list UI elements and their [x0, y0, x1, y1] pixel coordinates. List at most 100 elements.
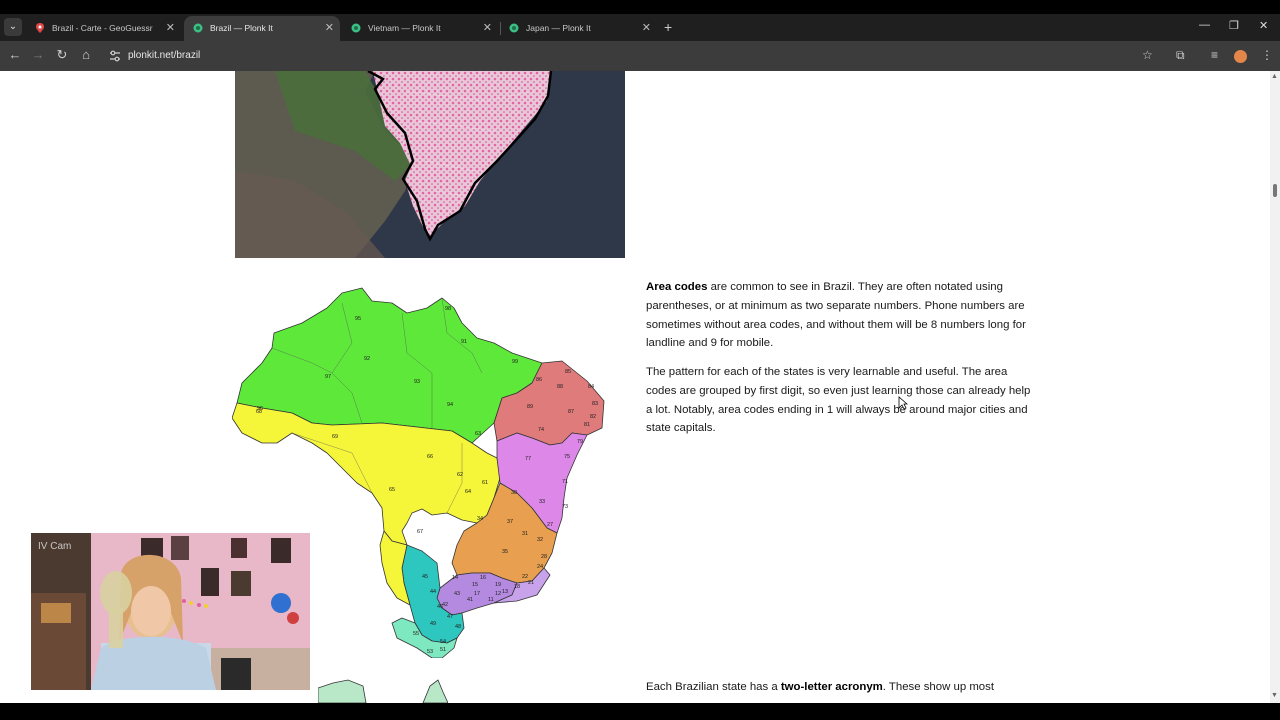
acronym-text-pre: Each Brazilian state has a: [646, 681, 781, 693]
plonkit-icon: [509, 23, 519, 33]
area-code-label: 21: [528, 580, 534, 586]
reload-icon[interactable]: ↻: [53, 47, 71, 63]
area-code-label: 91: [461, 339, 467, 345]
area-code-label: 44: [430, 589, 436, 595]
area-code-label: 13: [502, 589, 508, 595]
area-code-label: 15: [472, 582, 478, 588]
back-arrow-icon[interactable]: ←: [6, 47, 24, 62]
area-code-label: 79: [577, 439, 583, 445]
area-code-label: 32: [537, 537, 543, 543]
area-code-label: 45: [422, 574, 428, 580]
area-code-label: 37: [507, 519, 513, 525]
area-code-label: 69: [332, 434, 338, 440]
media-controls-icon[interactable]: ≡: [1211, 48, 1218, 62]
area-code-label: 82: [590, 414, 596, 420]
extensions-icon[interactable]: ⧉: [1176, 48, 1185, 63]
area-code-label: 71: [562, 479, 568, 485]
area-code-label: 95: [355, 316, 361, 322]
window-close-icon[interactable]: ✕: [1259, 19, 1268, 32]
area-code-label: 16: [480, 575, 486, 581]
area-code-label: 34: [477, 516, 483, 522]
minimize-icon[interactable]: —: [1199, 19, 1210, 31]
area-code-label: 92: [364, 356, 370, 362]
area-code-label: 63: [475, 431, 481, 437]
area-code-label: 12: [495, 591, 501, 597]
area-code-label: 68: [256, 409, 262, 415]
page-scrollbar[interactable]: ▲ ▼: [1270, 71, 1280, 703]
area-code-label: 49: [430, 621, 436, 627]
area-code-label: 11: [488, 597, 494, 603]
forward-arrow-icon[interactable]: →: [29, 47, 47, 62]
tab-search-button[interactable]: ⌄: [4, 18, 22, 36]
area-code-label: 31: [522, 531, 528, 537]
population-density-map: [235, 71, 625, 258]
area-codes-paragraph: Area codes are common to see in Brazil. …: [646, 278, 1031, 353]
scroll-down-icon[interactable]: ▼: [1271, 692, 1278, 699]
area-code-label: 87: [568, 409, 574, 415]
area-code-label: 93: [414, 379, 420, 385]
area-code-label: 99: [512, 359, 518, 365]
tab-japan-plonkit[interactable]: Japan — Plonk It ✕: [500, 16, 657, 41]
profile-avatar[interactable]: [1234, 50, 1247, 63]
area-code-label: 81: [584, 422, 590, 428]
area-codes-bold: Area codes: [646, 281, 708, 293]
close-tab-icon[interactable]: ✕: [325, 21, 334, 34]
pattern-paragraph: The pattern for each of the states is ve…: [646, 366, 1031, 435]
area-code-label: 28: [541, 554, 547, 560]
area-code-label: 35: [502, 549, 508, 555]
scroll-up-icon[interactable]: ▲: [1271, 73, 1278, 80]
home-icon[interactable]: ⌂: [77, 47, 95, 62]
screen-bottom-strip: [0, 703, 1280, 720]
bookmark-star-icon[interactable]: ☆: [1142, 48, 1153, 62]
address-bar[interactable]: plonkit.net/brazil: [128, 50, 200, 61]
tab-vietnam-plonkit[interactable]: Vietnam — Plonk It ✕: [342, 16, 498, 41]
screen-top-strip: [0, 0, 1280, 14]
area-code-label: 19: [495, 582, 501, 588]
area-code-label: 83: [592, 401, 598, 407]
area-code-label: 94: [447, 402, 453, 408]
webcam-label: IV Cam: [38, 541, 72, 552]
area-code-label: 46: [437, 604, 443, 610]
tab-brazil-plonkit[interactable]: Brazil — Plonk It ✕: [184, 16, 340, 41]
area-code-label: 41: [467, 597, 473, 603]
area-code-label: 66: [427, 454, 433, 460]
area-code-label: 88: [557, 384, 563, 390]
area-code-label: 55: [413, 631, 419, 637]
area-code-label: 33: [539, 499, 545, 505]
site-info-icon[interactable]: [108, 49, 122, 63]
scrollbar-thumb[interactable]: [1273, 184, 1277, 197]
area-code-label: 89: [527, 404, 533, 410]
plonkit-icon: [193, 23, 203, 33]
tab-title: Brazil — Plonk It: [210, 23, 273, 33]
area-code-label: 67: [417, 529, 423, 535]
browser-toolbar: ← → ↻ ⌂ plonkit.net/brazil ☆ ⧉ ≡ ⋮: [0, 41, 1280, 71]
menu-kebab-icon[interactable]: ⋮: [1261, 48, 1273, 62]
area-code-label: 61: [482, 480, 488, 486]
acronym-text-post: . These show up most: [882, 681, 995, 693]
area-code-label: 77: [525, 456, 531, 462]
acronym-bold: two-letter acronym: [780, 681, 883, 693]
area-code-label: 43: [454, 591, 460, 597]
geoguessr-pin-icon: [36, 23, 44, 33]
restore-icon[interactable]: ❐: [1229, 19, 1239, 32]
new-tab-icon[interactable]: +: [664, 19, 672, 35]
mouse-cursor-icon: [898, 396, 908, 410]
tab-title: Brazil - Carte - GeoGuessr: [52, 23, 153, 33]
close-tab-icon[interactable]: ✕: [483, 21, 492, 34]
area-code-label: 47: [447, 614, 453, 620]
tab-title: Japan — Plonk It: [526, 23, 591, 33]
close-tab-icon[interactable]: ✕: [166, 21, 175, 34]
area-code-label: 86: [536, 377, 542, 383]
area-code-label: 85: [565, 369, 571, 375]
area-code-label: 64: [465, 489, 471, 495]
area-code-label: 65: [389, 487, 395, 493]
close-tab-icon[interactable]: ✕: [642, 21, 651, 34]
area-code-label: 62: [457, 472, 463, 478]
tab-geoguessr[interactable]: Brazil - Carte - GeoGuessr ✕: [26, 16, 181, 41]
tab-title: Vietnam — Plonk It: [368, 23, 441, 33]
area-code-label: 27: [547, 522, 553, 528]
acronym-paragraph: Each Brazilian state has a two-letter ac…: [646, 678, 1031, 697]
state-acronyms-map-partial: [318, 679, 448, 703]
area-code-label: 38: [511, 490, 517, 496]
area-code-label: 18: [514, 584, 520, 590]
